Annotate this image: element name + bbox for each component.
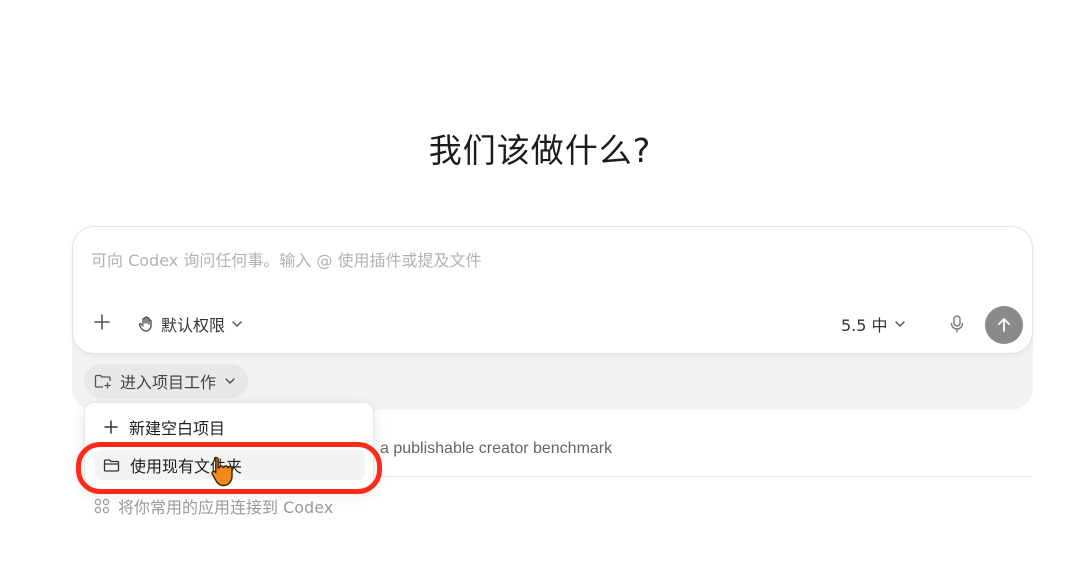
plus-icon xyxy=(104,420,118,434)
connect-apps-link[interactable]: 将你常用的应用连接到 Codex xyxy=(94,494,333,518)
folder-plus-icon xyxy=(94,374,111,389)
chevron-down-icon xyxy=(894,321,905,327)
menu-item-new-blank-project[interactable]: 新建空白项目 xyxy=(95,412,365,442)
model-selector[interactable]: 5.5 中 xyxy=(841,313,906,335)
hand-pointer-cursor-icon xyxy=(211,456,233,487)
project-work-label: 进入项目工作 xyxy=(120,373,217,392)
page-title: 我们该做什么? xyxy=(428,131,652,170)
project-work-selector[interactable]: 进入项目工作 xyxy=(84,364,249,398)
model-label: 5.5 中 xyxy=(841,316,888,335)
add-attachment-button[interactable] xyxy=(91,311,113,333)
suggestion-item[interactable]: a publishable creator benchmark xyxy=(380,440,612,458)
composer[interactable]: 可向 Codex 询问任何事。输入 @ 使用插件或提及文件 默认权限 5.5 中 xyxy=(72,226,1033,354)
apps-grid-icon xyxy=(94,498,110,514)
permission-label: 默认权限 xyxy=(161,316,226,335)
divider xyxy=(380,476,1032,477)
send-button[interactable] xyxy=(985,306,1023,344)
hand-icon xyxy=(138,316,152,332)
chevron-down-icon xyxy=(225,378,235,384)
plus-icon xyxy=(94,314,110,330)
connect-apps-label: 将你常用的应用连接到 Codex xyxy=(118,498,334,517)
menu-item-label: 新建空白项目 xyxy=(129,419,226,438)
microphone-icon xyxy=(950,315,964,333)
permission-selector[interactable]: 默认权限 xyxy=(137,313,243,335)
chevron-down-icon xyxy=(232,321,242,327)
composer-input[interactable]: 可向 Codex 询问任何事。输入 @ 使用插件或提及文件 xyxy=(91,247,482,271)
microphone-button[interactable] xyxy=(947,313,967,335)
arrow-up-icon xyxy=(998,318,1010,332)
